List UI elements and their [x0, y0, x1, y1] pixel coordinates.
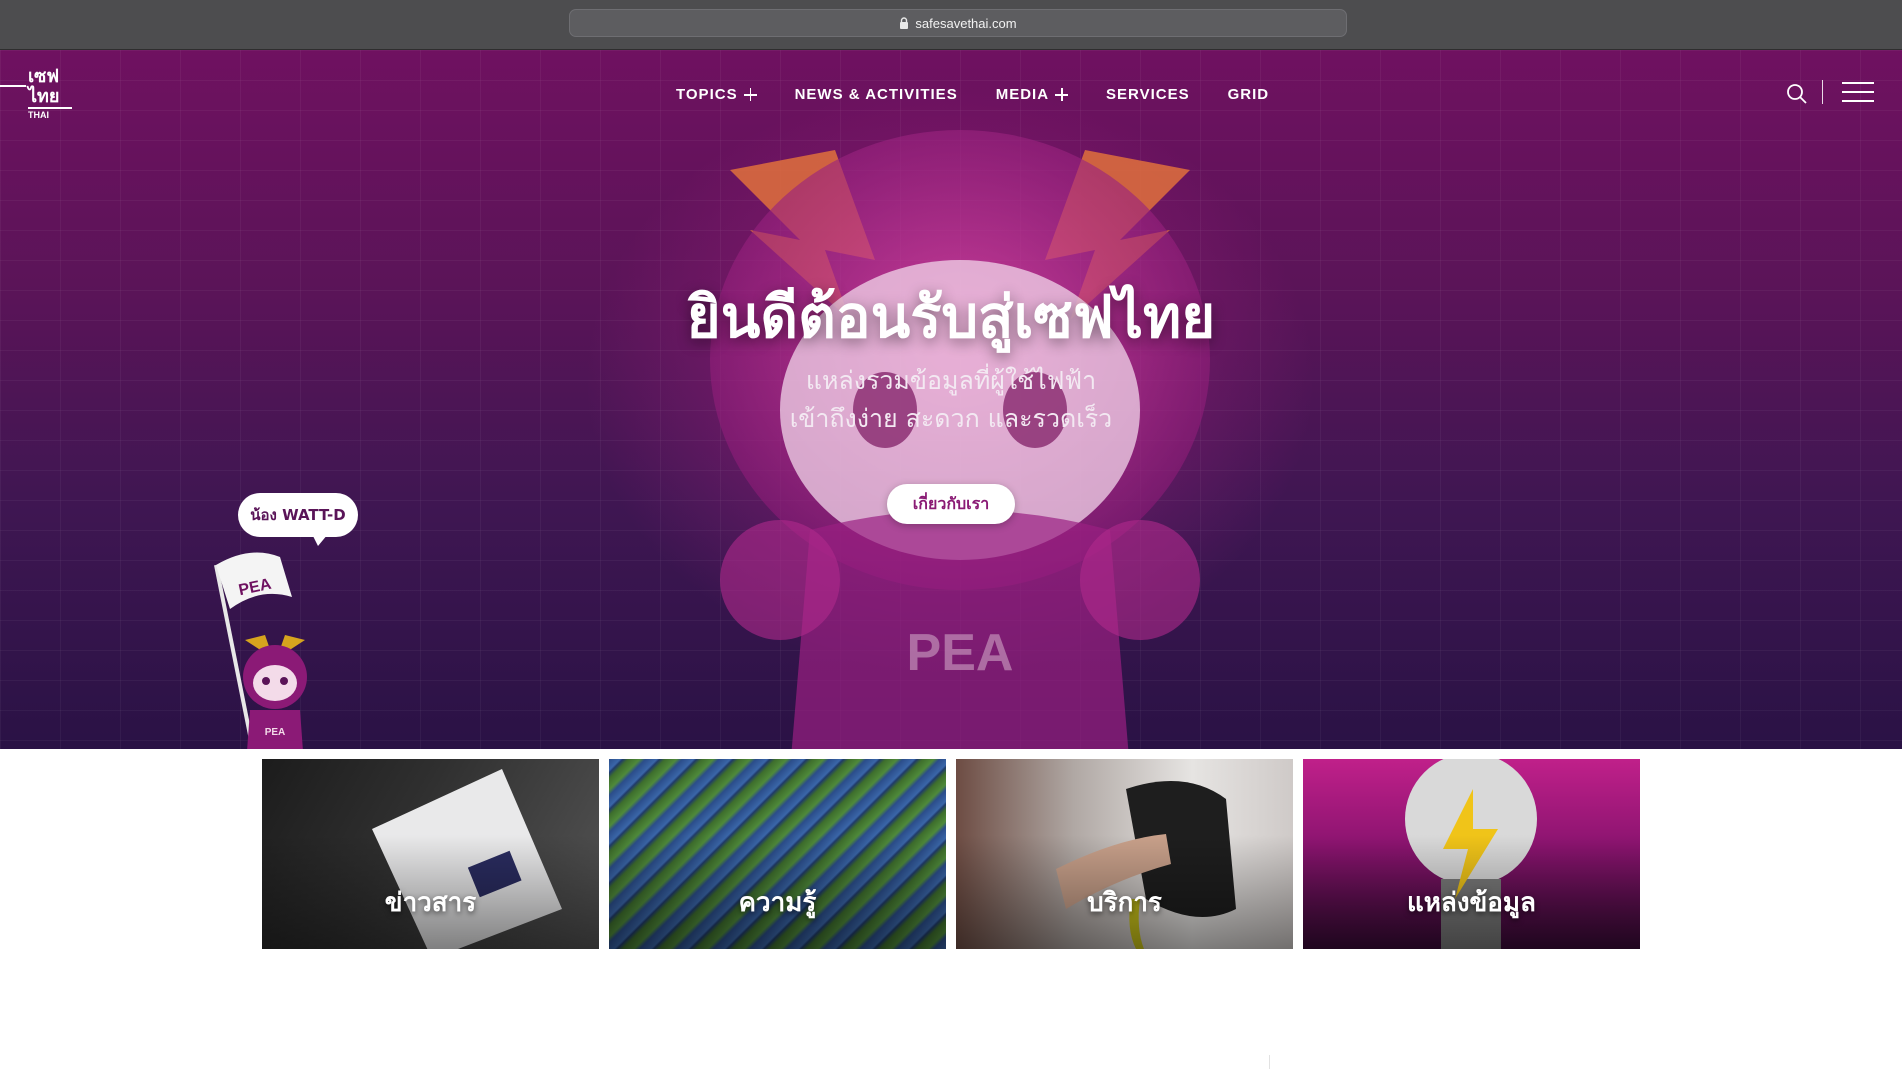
- main-nav: TOPICS NEWS & ACTIVITIES MEDIA SERVICES …: [676, 86, 1269, 103]
- watt-d-mascot[interactable]: PEA PEA: [210, 545, 340, 749]
- svg-text:ไทย: ไทย: [26, 85, 59, 107]
- nav-topics[interactable]: TOPICS: [676, 86, 757, 103]
- hamburger-menu-icon[interactable]: [1842, 82, 1874, 104]
- plus-icon: [1055, 88, 1069, 101]
- search-icon[interactable]: [1786, 83, 1808, 105]
- lock-icon: [900, 17, 909, 29]
- nav-grid[interactable]: GRID: [1228, 86, 1270, 103]
- card-knowledge-label: ความรู้: [738, 888, 817, 918]
- nav-topics-label: TOPICS: [676, 86, 738, 103]
- card-resources-label: แหล่งข้อมูล: [1407, 888, 1536, 918]
- category-cards: ข่าวสาร ความรู้ บริการ แหล่งข้อมูล: [262, 759, 1640, 949]
- hero-subtitle-line1: แหล่งรวมข้อมูลที่ผู้ใช้ไฟฟ้า: [805, 366, 1097, 395]
- divider-line: [1269, 1055, 1270, 1069]
- card-news[interactable]: ข่าวสาร: [262, 759, 599, 949]
- svg-text:เซฟ: เซฟ: [28, 66, 59, 87]
- hero-subtitle-line2: เข้าถึงง่าย สะดวก และรวดเร็ว: [789, 404, 1113, 433]
- nav-grid-label: GRID: [1227, 86, 1270, 103]
- card-resources[interactable]: แหล่งข้อมูล: [1303, 759, 1640, 949]
- svg-text:THAI: THAI: [28, 110, 49, 120]
- about-us-button[interactable]: เกี่ยวกับเรา: [887, 484, 1015, 524]
- address-bar[interactable]: safesavethai.com: [569, 9, 1347, 37]
- card-knowledge[interactable]: ความรู้: [609, 759, 946, 949]
- mascot-speech-bubble[interactable]: น้อง WATT-D: [238, 493, 358, 537]
- nav-media[interactable]: MEDIA: [995, 86, 1069, 103]
- url-text: safesavethai.com: [915, 15, 1017, 31]
- plus-icon: [743, 88, 757, 101]
- nav-services-label: SERVICES: [1106, 86, 1190, 103]
- card-services-label: บริการ: [1087, 888, 1162, 918]
- hero-section: PEA เซฟ ไทย THAI TOPICS NEWS & ACTIVITIE…: [0, 50, 1902, 749]
- svg-text:PEA: PEA: [265, 727, 286, 738]
- safesavethai-logo[interactable]: เซฟ ไทย THAI: [0, 60, 80, 140]
- nav-news-label: NEWS & ACTIVITIES: [794, 86, 958, 103]
- hero-subtitle: แหล่งรวมข้อมูลที่ผู้ใช้ไฟฟ้า เข้าถึงง่าย…: [0, 362, 1902, 438]
- nav-news-activities[interactable]: NEWS & ACTIVITIES: [795, 86, 958, 103]
- browser-toolbar: safesavethai.com: [0, 0, 1902, 50]
- nav-services[interactable]: SERVICES: [1106, 86, 1190, 103]
- hero-title: ยินดีต้อนรับสู่เซฟไทย: [686, 283, 1216, 351]
- card-news-label: ข่าวสาร: [384, 888, 477, 918]
- nav-media-label: MEDIA: [995, 86, 1050, 103]
- header-divider: [1822, 80, 1823, 104]
- card-services[interactable]: บริการ: [956, 759, 1293, 949]
- mascot-pea-text: PEA: [907, 624, 1014, 682]
